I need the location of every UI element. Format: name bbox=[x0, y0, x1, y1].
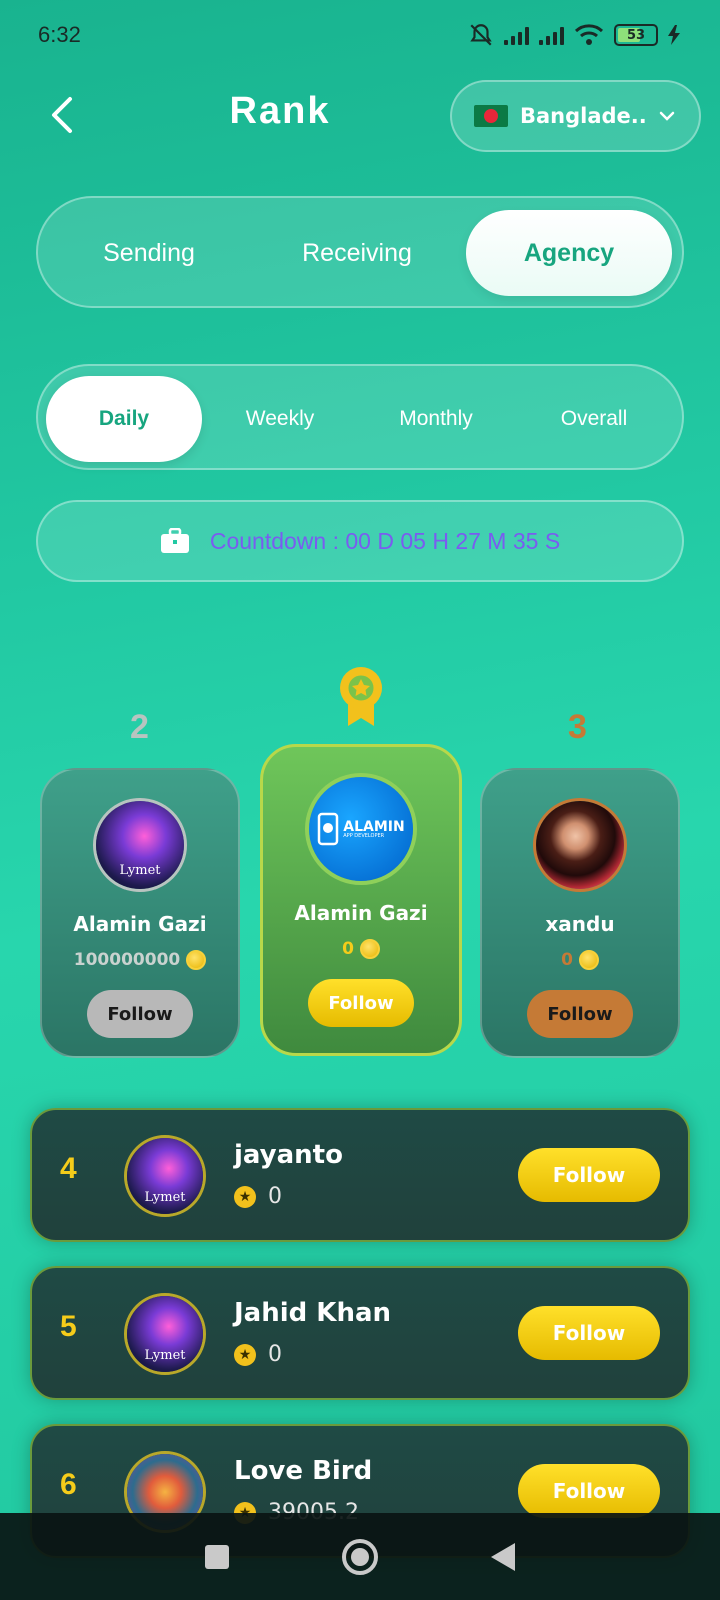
podium-third: xandu 0 Follow bbox=[480, 768, 680, 1058]
list-item[interactable]: 5 Lymet Jahid Khan ★ 0 Follow bbox=[30, 1266, 690, 1400]
coin-icon bbox=[359, 939, 380, 959]
tab-receiving[interactable]: Receiving bbox=[254, 210, 460, 296]
status-icons: 53 bbox=[468, 22, 680, 48]
tab-agency[interactable]: Agency bbox=[466, 210, 672, 296]
list-name: Jahid Khan bbox=[234, 1298, 392, 1328]
avatar-logo-text: Lymet bbox=[144, 1189, 186, 1205]
status-time: 6:32 bbox=[38, 22, 81, 47]
rank-2-label: 2 bbox=[130, 708, 149, 746]
coin-icon bbox=[186, 950, 207, 970]
bell-off-icon bbox=[470, 24, 492, 46]
avatar-logo-subtext: APP DEVELOPER bbox=[343, 832, 385, 839]
follow-button[interactable]: Follow bbox=[308, 979, 414, 1027]
back-triangle-icon[interactable] bbox=[489, 1541, 517, 1573]
avatar bbox=[533, 798, 627, 892]
tab-weekly[interactable]: Weekly bbox=[202, 376, 358, 462]
coin-count: 100000000 bbox=[73, 950, 181, 970]
battery-icon: 53 bbox=[614, 24, 658, 46]
list-name: Love Bird bbox=[234, 1456, 373, 1486]
tab-sending[interactable]: Sending bbox=[46, 210, 252, 296]
status-bar: 6:32 53 bbox=[0, 0, 720, 70]
avatar: Lymet bbox=[93, 798, 187, 892]
podium-coins: 100000000 bbox=[73, 950, 207, 970]
follow-button[interactable]: Follow bbox=[518, 1464, 660, 1518]
battery-level: 53 bbox=[626, 27, 646, 43]
coin-count: 0 bbox=[342, 939, 354, 959]
podium-first: ALAMIN APP DEVELOPER Alamin Gazi 0 Follo… bbox=[260, 744, 462, 1056]
list-rank: 6 bbox=[60, 1468, 77, 1501]
medal-icon bbox=[340, 667, 382, 726]
recents-icon[interactable] bbox=[203, 1543, 231, 1571]
country-label: Banglade.. bbox=[520, 104, 647, 128]
podium-coins: 0 bbox=[561, 950, 599, 970]
rank-3-label: 3 bbox=[568, 708, 587, 746]
list-item[interactable]: 4 Lymet jayanto ★ 0 Follow bbox=[30, 1108, 690, 1242]
star-coin-icon: ★ bbox=[234, 1185, 256, 1208]
briefcase-icon bbox=[160, 528, 189, 553]
system-nav-bar bbox=[0, 1513, 720, 1600]
score-value: 0 bbox=[268, 1184, 282, 1209]
star-coin-icon: ★ bbox=[234, 1343, 256, 1366]
signal-2-icon bbox=[539, 25, 564, 45]
podium-name: Alamin Gazi bbox=[294, 901, 428, 925]
list-score: ★ 0 bbox=[234, 1342, 282, 1367]
podium-name: Alamin Gazi bbox=[73, 912, 207, 936]
avatar: Lymet bbox=[124, 1135, 206, 1217]
list-rank: 5 bbox=[60, 1310, 77, 1343]
signal-1-icon bbox=[504, 25, 529, 45]
phone-gear-icon bbox=[318, 812, 339, 846]
bangladesh-flag-icon bbox=[474, 105, 508, 127]
follow-button[interactable]: Follow bbox=[527, 990, 633, 1038]
home-icon[interactable] bbox=[341, 1538, 379, 1576]
follow-button[interactable]: Follow bbox=[87, 990, 193, 1038]
top-bar: Rank Banglade.. bbox=[0, 80, 720, 152]
podium-second: Lymet Alamin Gazi 100000000 Follow bbox=[40, 768, 240, 1058]
avatar: Lymet bbox=[124, 1293, 206, 1375]
coin-count: 0 bbox=[561, 950, 573, 970]
period-tabs: Daily Weekly Monthly Overall bbox=[36, 364, 684, 470]
follow-button[interactable]: Follow bbox=[518, 1148, 660, 1202]
follow-button[interactable]: Follow bbox=[518, 1306, 660, 1360]
score-value: 0 bbox=[268, 1342, 282, 1367]
list-name: jayanto bbox=[234, 1140, 343, 1170]
charging-icon bbox=[668, 25, 680, 45]
avatar-logo-text: ALAMIN bbox=[343, 818, 405, 835]
countdown-banner: Countdown : 00 D 05 H 27 M 35 S bbox=[36, 500, 684, 582]
avatar-logo-text: Lymet bbox=[119, 863, 161, 879]
countdown-text: Countdown : 00 D 05 H 27 M 35 S bbox=[209, 527, 561, 554]
country-selector[interactable]: Banglade.. bbox=[450, 80, 701, 152]
tab-overall[interactable]: Overall bbox=[516, 376, 672, 462]
list-score: ★ 0 bbox=[234, 1184, 282, 1209]
tab-monthly[interactable]: Monthly bbox=[358, 376, 514, 462]
chevron-down-icon bbox=[659, 111, 675, 121]
coin-icon bbox=[578, 950, 599, 970]
wifi-icon bbox=[574, 24, 604, 45]
list-rank: 4 bbox=[60, 1152, 77, 1185]
avatar-logo-text: Lymet bbox=[144, 1347, 186, 1363]
avatar: ALAMIN APP DEVELOPER bbox=[305, 773, 417, 885]
tab-daily[interactable]: Daily bbox=[46, 376, 202, 462]
podium-coins: 0 bbox=[342, 939, 380, 959]
ranking-type-tabs: Sending Receiving Agency bbox=[36, 196, 684, 308]
podium-name: xandu bbox=[545, 912, 615, 936]
